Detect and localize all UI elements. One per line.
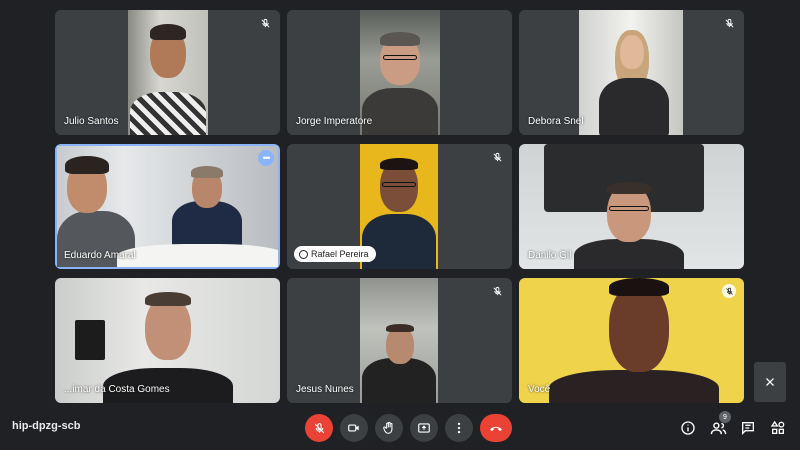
video-grid: Julio Santos Jorge Imperatore Debora Sne… <box>55 10 745 403</box>
camera-toggle-button[interactable] <box>340 414 368 442</box>
participant-tile[interactable]: Jorge Imperatore <box>287 10 512 135</box>
participant-video <box>128 10 208 135</box>
call-controls <box>305 413 512 443</box>
participant-video <box>579 10 683 135</box>
activities-button[interactable] <box>768 418 788 438</box>
chat-icon <box>742 422 754 435</box>
participant-video <box>57 146 278 267</box>
more-vert-icon <box>457 422 461 434</box>
participant-name-pill: Rafael Pereira <box>294 246 376 262</box>
meeting-code: hip-dpzg-scb <box>12 420 81 432</box>
participant-tile[interactable]: Debora Snel <box>519 10 744 135</box>
pin-icon <box>299 249 308 259</box>
participant-name: Jesus Nunes <box>296 384 354 395</box>
participant-tile-self[interactable]: Você <box>519 278 744 403</box>
activities-icon <box>770 420 785 434</box>
participant-video <box>360 278 438 403</box>
leave-call-button[interactable] <box>480 414 512 442</box>
mic-off-icon <box>722 284 736 298</box>
participants-count-badge: 9 <box>719 411 731 423</box>
participant-name: Debora Snel <box>528 116 584 127</box>
mic-off-icon <box>490 150 504 164</box>
mic-off-icon <box>722 16 736 30</box>
participant-name: Danilo Gil <box>528 250 572 261</box>
participant-name: Rafael Pereira <box>311 249 369 259</box>
present-icon <box>418 423 430 433</box>
close-button[interactable] <box>754 362 786 402</box>
participant-video <box>519 278 744 403</box>
more-options-button[interactable] <box>445 414 473 442</box>
mic-off-icon <box>258 16 272 30</box>
participant-tile[interactable]: Danilo Gil <box>519 144 744 269</box>
participant-tile-active-speaker[interactable]: ••• Eduardo Amaral <box>55 144 280 269</box>
raise-hand-icon <box>383 421 393 434</box>
bottom-toolbar: hip-dpzg-scb 9 <box>0 405 800 450</box>
participant-name: Eduardo Amaral <box>64 250 136 261</box>
mic-off-icon <box>490 284 504 298</box>
raise-hand-button[interactable] <box>375 414 403 442</box>
microphone-toggle-button[interactable] <box>305 414 333 442</box>
close-icon <box>766 378 774 386</box>
participant-name: Você <box>528 384 551 395</box>
mic-off-icon <box>314 422 324 433</box>
participant-tile[interactable]: Jesus Nunes <box>287 278 512 403</box>
present-screen-button[interactable] <box>410 414 438 442</box>
participant-tile[interactable]: Rafael Pereira <box>287 144 512 269</box>
participant-name: ...imar da Costa Gomes <box>64 384 170 395</box>
participant-tile[interactable]: Julio Santos <box>55 10 280 135</box>
hangup-icon <box>490 426 502 431</box>
participant-name: Julio Santos <box>64 116 119 127</box>
meeting-side-controls: 9 <box>678 411 788 443</box>
participant-name: Jorge Imperatore <box>296 116 373 127</box>
participant-tile[interactable]: ...imar da Costa Gomes <box>55 278 280 403</box>
participants-button[interactable]: 9 <box>708 411 731 438</box>
info-icon <box>681 421 695 435</box>
camera-icon <box>348 424 359 432</box>
chat-button[interactable] <box>738 418 758 438</box>
meeting-details-button[interactable] <box>678 418 698 438</box>
more-options-button[interactable]: ••• <box>258 150 274 166</box>
